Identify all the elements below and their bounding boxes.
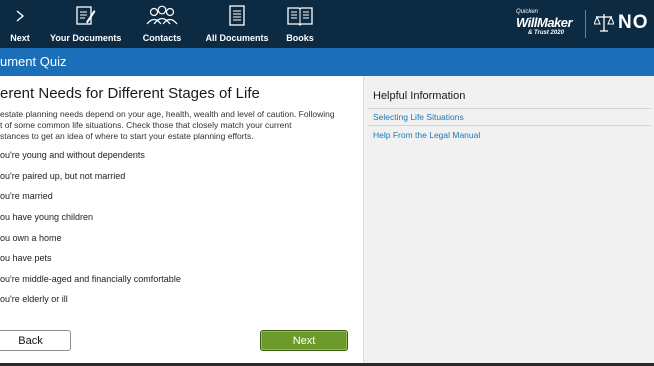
quiz-panel: erent Needs for Different Stages of Life… (0, 76, 363, 366)
link-selecting-life-situations[interactable]: Selecting Life Situations (373, 112, 464, 122)
nav-next[interactable]: Next (0, 0, 40, 48)
nav-next-label: Next (10, 33, 30, 43)
life-situation-option[interactable]: ou're elderly or ill (0, 294, 68, 304)
nav-all-documents-label: All Documents (205, 33, 269, 43)
nav-books-label: Books (286, 33, 314, 43)
life-situation-option[interactable]: ou own a home (0, 233, 62, 243)
next-chevron-icon (0, 5, 40, 27)
documents-list-icon (203, 5, 271, 27)
document-edit-icon (50, 5, 120, 27)
people-icon (133, 5, 191, 27)
nav-contacts[interactable]: Contacts (133, 0, 191, 48)
helpful-info-panel: Helpful Information Selecting Life Situa… (363, 76, 654, 366)
link-legal-manual-help[interactable]: Help From the Legal Manual (373, 130, 480, 140)
life-situation-option[interactable]: ou're paired up, but not married (0, 171, 125, 181)
nav-your-documents[interactable]: Your Documents (50, 0, 122, 48)
life-situation-option[interactable]: ou're young and without dependents (0, 150, 145, 160)
sidebar-divider (368, 125, 651, 126)
nav-contacts-label: Contacts (142, 33, 182, 43)
life-situation-option[interactable]: ou have young children (0, 212, 93, 222)
nav-books[interactable]: Books (282, 0, 318, 48)
page-heading: erent Needs for Different Stages of Life (0, 85, 260, 102)
title-bar: ument Quiz (0, 48, 654, 76)
sidebar-divider (368, 108, 651, 109)
book-icon (282, 5, 318, 27)
nolo-logo: NO (618, 12, 649, 33)
brand-divider (585, 10, 586, 38)
nav-your-documents-label: Your Documents (50, 33, 122, 43)
life-situation-option[interactable]: ou're middle-aged and financially comfor… (0, 274, 181, 284)
life-situation-option[interactable]: ou have pets (0, 253, 52, 263)
willmaker-logo: Quicken WillMaker & Trust 2020 (516, 9, 573, 36)
helpful-info-title: Helpful Information (373, 90, 466, 102)
intro-text: estate planning needs depend on your age… (0, 109, 335, 141)
top-nav-bar: Next Your Documents Contacts All Documen… (0, 0, 654, 48)
nav-all-documents[interactable]: All Documents (203, 0, 271, 48)
back-button[interactable]: Back (0, 330, 71, 351)
next-button[interactable]: Next (260, 330, 348, 351)
life-situation-option[interactable]: ou're married (0, 191, 53, 201)
page-title-bar-text: ument Quiz (0, 54, 67, 69)
scales-icon (593, 12, 615, 39)
